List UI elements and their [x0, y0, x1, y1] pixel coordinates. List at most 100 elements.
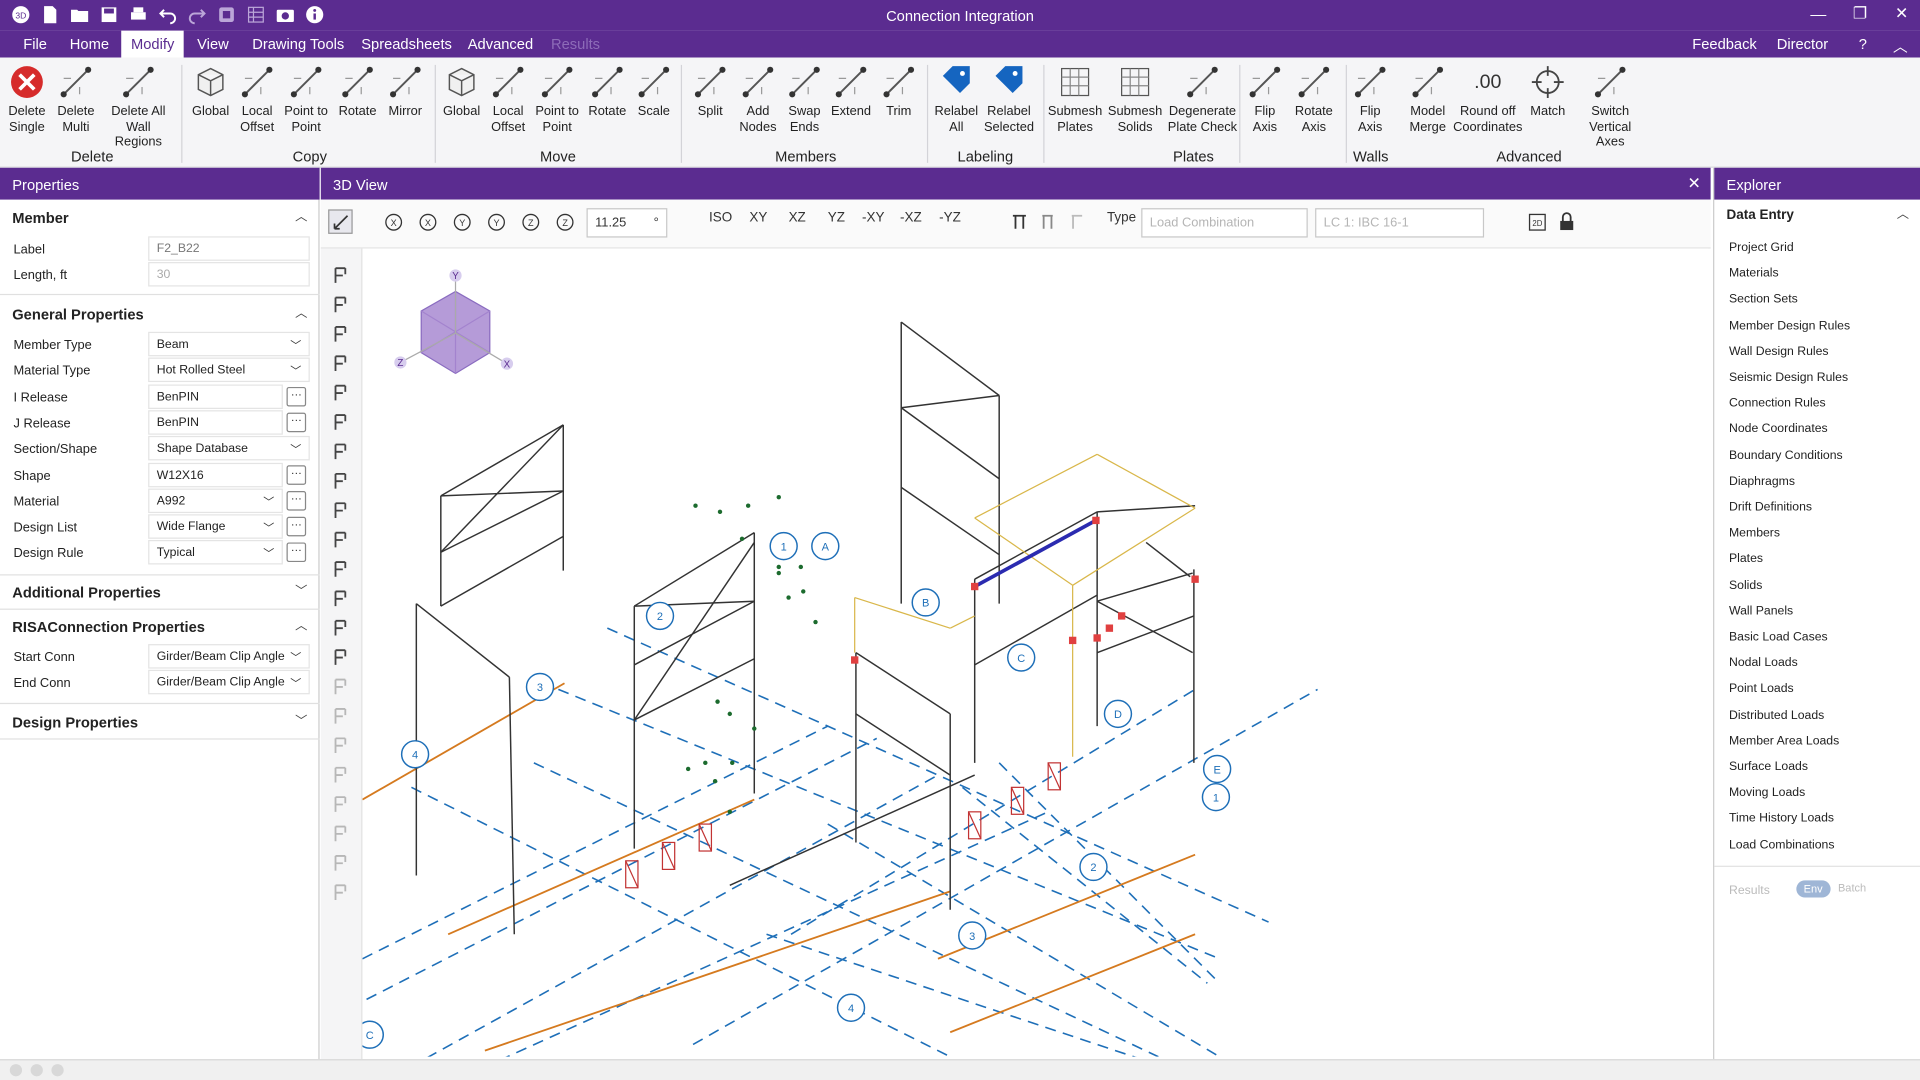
member-render-icon[interactable]: [1064, 209, 1088, 233]
rotate-z-neg-icon[interactable]: Z: [518, 209, 542, 233]
explorer-item-materials[interactable]: Materials: [1729, 267, 1779, 280]
lock-icon[interactable]: [1554, 209, 1578, 233]
explorer-item-section-sets[interactable]: Section Sets: [1729, 293, 1798, 306]
rotate-x-neg-icon[interactable]: X: [381, 209, 405, 233]
ribbon-button-submesh-solids[interactable]: Submesh Solids: [1098, 62, 1171, 134]
minimize-icon[interactable]: —: [1810, 4, 1827, 22]
rotation-increment-input[interactable]: 11.25 °: [586, 208, 668, 238]
chevron-down-icon[interactable]: ﹀: [263, 545, 274, 561]
ellipsis-button[interactable]: ···: [286, 516, 307, 537]
property-value-field[interactable]: BenPIN: [148, 410, 283, 435]
filter-list-icon[interactable]: [328, 763, 352, 787]
view-neg-xy-button[interactable]: -XY: [862, 211, 884, 226]
explorer-item-solids[interactable]: Solids: [1729, 579, 1762, 592]
member-view-icon[interactable]: [1035, 209, 1059, 233]
general-properties-header[interactable]: General Properties ︿: [0, 301, 320, 328]
close-view-icon[interactable]: ✕: [1687, 174, 1700, 194]
property-value-field[interactable]: W12X16: [148, 462, 283, 487]
chevron-down-icon[interactable]: ﹀: [290, 649, 301, 665]
rotate-y-pos-icon[interactable]: Y: [484, 209, 508, 233]
model-canvas[interactable]: Y Z X 1 A 2 B 3 C 4 D E 1 2 3 4 C: [362, 248, 1709, 1057]
rotate-z-pos-icon[interactable]: Z: [552, 209, 576, 233]
end-conn-select[interactable]: Girder/Beam Clip Angle: [148, 669, 310, 695]
maximize-icon[interactable]: ❐: [1851, 4, 1868, 22]
view-xz-button[interactable]: XZ: [789, 211, 806, 226]
explorer-item-plates[interactable]: Plates: [1729, 553, 1763, 566]
close-window-icon[interactable]: ✕: [1893, 4, 1910, 22]
menu-spreadsheets[interactable]: Spreadsheets: [351, 34, 461, 54]
chevron-down-icon[interactable]: ﹀: [290, 675, 301, 691]
rotate-x-pos-icon[interactable]: X: [415, 209, 439, 233]
property-value-field[interactable]: Shape Database: [148, 436, 310, 461]
collapse-ribbon-icon[interactable]: ︿: [1883, 34, 1917, 57]
design-properties-header[interactable]: Design Properties ﹀: [0, 709, 320, 736]
section-icon[interactable]: [328, 440, 352, 464]
explorer-item-node-coordinates[interactable]: Node Coordinates: [1729, 423, 1828, 436]
menu-modify[interactable]: Modify: [121, 30, 185, 58]
explorer-item-wall-design-rules[interactable]: Wall Design Rules: [1729, 345, 1829, 358]
draw-walls-icon[interactable]: [328, 351, 352, 375]
explorer-item-members[interactable]: Members: [1729, 527, 1780, 540]
explorer-item-connection-rules[interactable]: Connection Rules: [1729, 397, 1826, 410]
chevron-down-icon[interactable]: ﹀: [290, 441, 301, 457]
explorer-item-seismic-design-rules[interactable]: Seismic Design Rules: [1729, 371, 1848, 384]
explorer-item-distributed-loads[interactable]: Distributed Loads: [1729, 708, 1824, 721]
chevron-down-icon[interactable]: ﹀: [290, 363, 301, 379]
explorer-item-moving-loads[interactable]: Moving Loads: [1729, 786, 1805, 799]
draw-plates-icon[interactable]: [328, 322, 352, 346]
lock-selection-icon[interactable]: [328, 557, 352, 581]
property-value-field[interactable]: BenPIN: [148, 383, 283, 409]
ellipsis-button[interactable]: ···: [286, 386, 307, 407]
ribbon-button-delete-all-wall-regions[interactable]: Delete All Wall Regions: [102, 62, 175, 150]
expand-icon[interactable]: [328, 880, 352, 904]
view-2d-icon[interactable]: 2D: [1524, 209, 1548, 233]
member-section-header[interactable]: Member ︿: [0, 204, 320, 231]
explorer-item-drift-definitions[interactable]: Drift Definitions: [1729, 501, 1812, 514]
menu-home[interactable]: Home: [60, 34, 119, 54]
explorer-item-project-grid[interactable]: Project Grid: [1729, 241, 1794, 254]
chevron-down-icon[interactable]: ﹀: [290, 337, 301, 353]
explorer-item-boundary-conditions[interactable]: Boundary Conditions: [1729, 449, 1843, 462]
property-value-field[interactable]: Hot Rolled Steel: [148, 357, 310, 383]
view-yz-button[interactable]: YZ: [828, 211, 845, 226]
more-icon[interactable]: [328, 675, 352, 699]
view-xy-button[interactable]: XY: [749, 211, 767, 226]
chevron-down-icon[interactable]: ﹀: [263, 519, 274, 535]
explorer-item-diaphragms[interactable]: Diaphragms: [1729, 475, 1795, 488]
ellipsis-button[interactable]: ···: [286, 490, 307, 511]
menu-file[interactable]: File: [13, 34, 56, 54]
sum-alt-icon[interactable]: [328, 822, 352, 846]
menu-drawing-tools[interactable]: Drawing Tools: [242, 34, 354, 54]
plate-list-icon[interactable]: [328, 733, 352, 757]
modify-members-icon[interactable]: [328, 263, 352, 287]
loads-icon[interactable]: [328, 410, 352, 434]
data-entry-header[interactable]: Data Entry ︿: [1714, 202, 1920, 229]
explorer-item-load-combinations[interactable]: Load Combinations: [1729, 838, 1835, 851]
explorer-item-surface-loads[interactable]: Surface Loads: [1729, 760, 1808, 773]
chevron-down-icon[interactable]: ﹀: [263, 493, 274, 509]
explorer-item-time-history-loads[interactable]: Time History Loads: [1729, 812, 1834, 825]
menu-feedback[interactable]: Feedback: [1682, 34, 1766, 54]
filter-icon[interactable]: [328, 528, 352, 552]
draw-members-icon[interactable]: [328, 293, 352, 317]
menu-director[interactable]: Director: [1767, 34, 1838, 54]
help-button[interactable]: ?: [1849, 34, 1877, 54]
view-icon[interactable]: [328, 616, 352, 640]
explorer-item-basic-load-cases[interactable]: Basic Load Cases: [1729, 631, 1828, 644]
explorer-item-point-loads[interactable]: Point Loads: [1729, 683, 1794, 696]
select-tool-icon[interactable]: [328, 209, 353, 234]
ribbon-button-switch-vertical-axes[interactable]: Switch Vertical Axes: [1573, 62, 1646, 150]
member-label-field[interactable]: F2_B22: [148, 236, 310, 261]
menu-advanced[interactable]: Advanced: [458, 34, 543, 54]
pen-icon[interactable]: [328, 851, 352, 875]
ribbon-button-relabel-selected[interactable]: Relabel Selected: [972, 62, 1045, 134]
delete-members-icon[interactable]: [328, 469, 352, 493]
list-icon[interactable]: [328, 704, 352, 728]
assign-icon[interactable]: [328, 498, 352, 522]
explorer-item-wall-panels[interactable]: Wall Panels: [1729, 605, 1793, 618]
ellipsis-button[interactable]: ···: [286, 542, 307, 563]
sum-icon[interactable]: [328, 792, 352, 816]
boundary-icon[interactable]: [328, 381, 352, 405]
additional-properties-header[interactable]: Additional Properties ﹀: [0, 579, 320, 606]
start-conn-select[interactable]: Girder/Beam Clip Angle: [148, 644, 310, 669]
